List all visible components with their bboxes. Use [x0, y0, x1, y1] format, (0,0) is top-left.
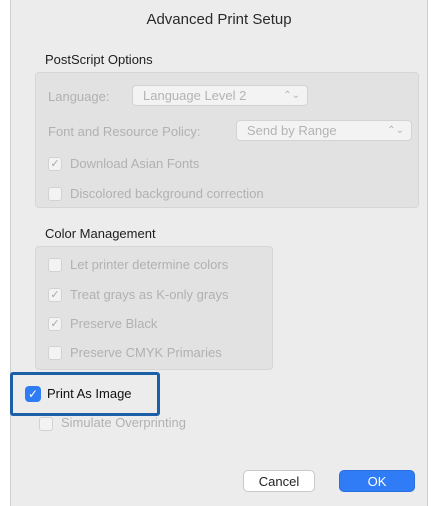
- treat-grays-checkbox[interactable]: ✓: [48, 288, 62, 302]
- language-value: Language Level 2: [143, 88, 247, 103]
- simulate-overprinting-checkbox[interactable]: [39, 417, 53, 431]
- cancel-button[interactable]: Cancel: [243, 470, 315, 492]
- checkmark-icon: ✓: [27, 387, 39, 401]
- font-resource-policy-value: Send by Range: [247, 123, 337, 138]
- checkmark-icon: ✓: [50, 318, 60, 330]
- checkmark-icon: ✓: [50, 289, 60, 301]
- advanced-print-setup-dialog: Advanced Print Setup PostScript Options …: [10, 0, 428, 506]
- print-as-image-label[interactable]: Print As Image: [47, 386, 132, 401]
- language-label: Language:: [48, 89, 110, 104]
- simulate-overprinting-label: Simulate Overprinting: [61, 415, 186, 430]
- treat-grays-label: Treat grays as K-only grays: [70, 287, 229, 302]
- let-printer-determine-colors-checkbox[interactable]: [48, 258, 62, 272]
- dialog-title: Advanced Print Setup: [146, 11, 292, 28]
- updown-chevron-icon: ⌃⌄: [387, 125, 404, 136]
- font-resource-policy-label: Font and Resource Policy:: [48, 124, 201, 139]
- postscript-options-heading: PostScript Options: [45, 52, 153, 67]
- font-resource-policy-popup[interactable]: Send by Range ⌃⌄: [236, 120, 412, 141]
- color-management-group: Let printer determine colors ✓ Treat gra…: [35, 246, 273, 370]
- preserve-black-checkbox[interactable]: ✓: [48, 317, 62, 331]
- preserve-black-label: Preserve Black: [70, 316, 158, 331]
- let-printer-determine-colors-label: Let printer determine colors: [70, 257, 229, 272]
- preserve-cmyk-primaries-checkbox[interactable]: [48, 346, 62, 360]
- ok-button[interactable]: OK: [339, 470, 415, 492]
- print-as-image-highlight: ✓ Print As Image: [10, 372, 160, 416]
- download-asian-fonts-checkbox[interactable]: ✓: [48, 157, 62, 171]
- updown-chevron-icon: ⌃⌄: [283, 90, 300, 101]
- language-popup[interactable]: Language Level 2 ⌃⌄: [132, 85, 308, 106]
- color-management-heading: Color Management: [45, 226, 156, 241]
- download-asian-fonts-label: Download Asian Fonts: [70, 156, 200, 171]
- preserve-cmyk-primaries-label: Preserve CMYK Primaries: [70, 345, 222, 360]
- print-as-image-checkbox[interactable]: ✓: [25, 386, 41, 402]
- discolored-background-correction-checkbox[interactable]: [48, 187, 62, 201]
- discolored-background-correction-label: Discolored background correction: [70, 186, 264, 201]
- postscript-options-group: Language: Language Level 2 ⌃⌄ Font and R…: [35, 72, 419, 208]
- checkmark-icon: ✓: [50, 158, 60, 170]
